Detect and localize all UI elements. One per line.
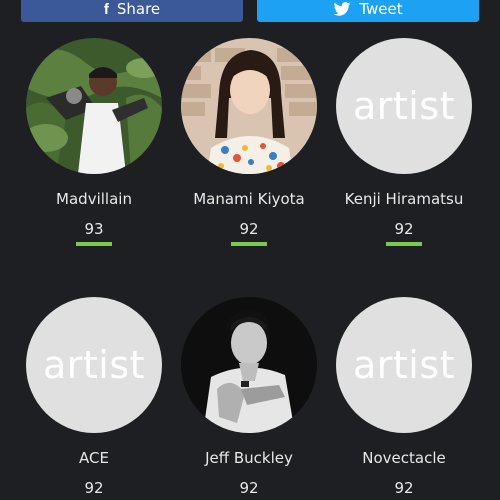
artist-score: 92: [239, 220, 259, 238]
score-bar: [76, 242, 112, 246]
score-bar-fill: [231, 242, 267, 246]
artist-card-novectacle[interactable]: artist Novectacle 92: [324, 297, 484, 497]
score-bar: [386, 242, 422, 246]
artist-card-ace[interactable]: artist ACE 92: [14, 297, 174, 497]
artist-name[interactable]: Jeff Buckley: [169, 449, 329, 467]
score-bar: [231, 242, 267, 246]
jeff-buckley-photo-image: [181, 297, 317, 433]
artist-photo-manami-kiyota[interactable]: [181, 38, 317, 174]
artist-card-manami-kiyota[interactable]: Manami Kiyota 92: [169, 38, 329, 246]
artist-name[interactable]: Madvillain: [14, 190, 174, 208]
artist-name[interactable]: ACE: [14, 449, 174, 467]
artist-photo-jeff-buckley[interactable]: [181, 297, 317, 433]
artist-placeholder-text: artist: [352, 84, 456, 128]
twitter-tweet-button[interactable]: Tweet: [257, 0, 479, 22]
artist-placeholder-novectacle[interactable]: artist: [336, 297, 472, 433]
share-bar: f Share Tweet: [0, 0, 500, 22]
score-bar-fill: [386, 242, 422, 246]
artist-card-jeff-buckley[interactable]: Jeff Buckley 92: [169, 297, 329, 497]
artist-name[interactable]: Manami Kiyota: [169, 190, 329, 208]
artist-placeholder-ace[interactable]: artist: [26, 297, 162, 433]
manami-kiyota-photo-image: [181, 38, 317, 174]
facebook-icon: f: [103, 0, 109, 18]
artist-placeholder-kenji-hiramatsu[interactable]: artist: [336, 38, 472, 174]
artist-placeholder-text: artist: [42, 343, 146, 387]
artist-score: 92: [84, 479, 104, 497]
artist-score: 92: [394, 479, 414, 497]
artist-placeholder-text: artist: [352, 343, 456, 387]
artist-score: 92: [394, 220, 414, 238]
twitter-icon: [333, 2, 351, 16]
score-bar-fill: [76, 242, 112, 246]
artist-name[interactable]: Novectacle: [324, 449, 484, 467]
facebook-share-label: Share: [116, 0, 161, 18]
artist-score: 93: [84, 220, 104, 238]
artist-card-kenji-hiramatsu[interactable]: artist Kenji Hiramatsu 92: [324, 38, 484, 246]
madvillain-photo-image: [26, 38, 162, 174]
twitter-tweet-label: Tweet: [359, 0, 403, 18]
artist-photo-madvillain[interactable]: [26, 38, 162, 174]
artist-card-madvillain[interactable]: Madvillain 93: [14, 38, 174, 246]
artist-name[interactable]: Kenji Hiramatsu: [324, 190, 484, 208]
facebook-share-button[interactable]: f Share: [21, 0, 243, 22]
artist-score: 92: [239, 479, 259, 497]
